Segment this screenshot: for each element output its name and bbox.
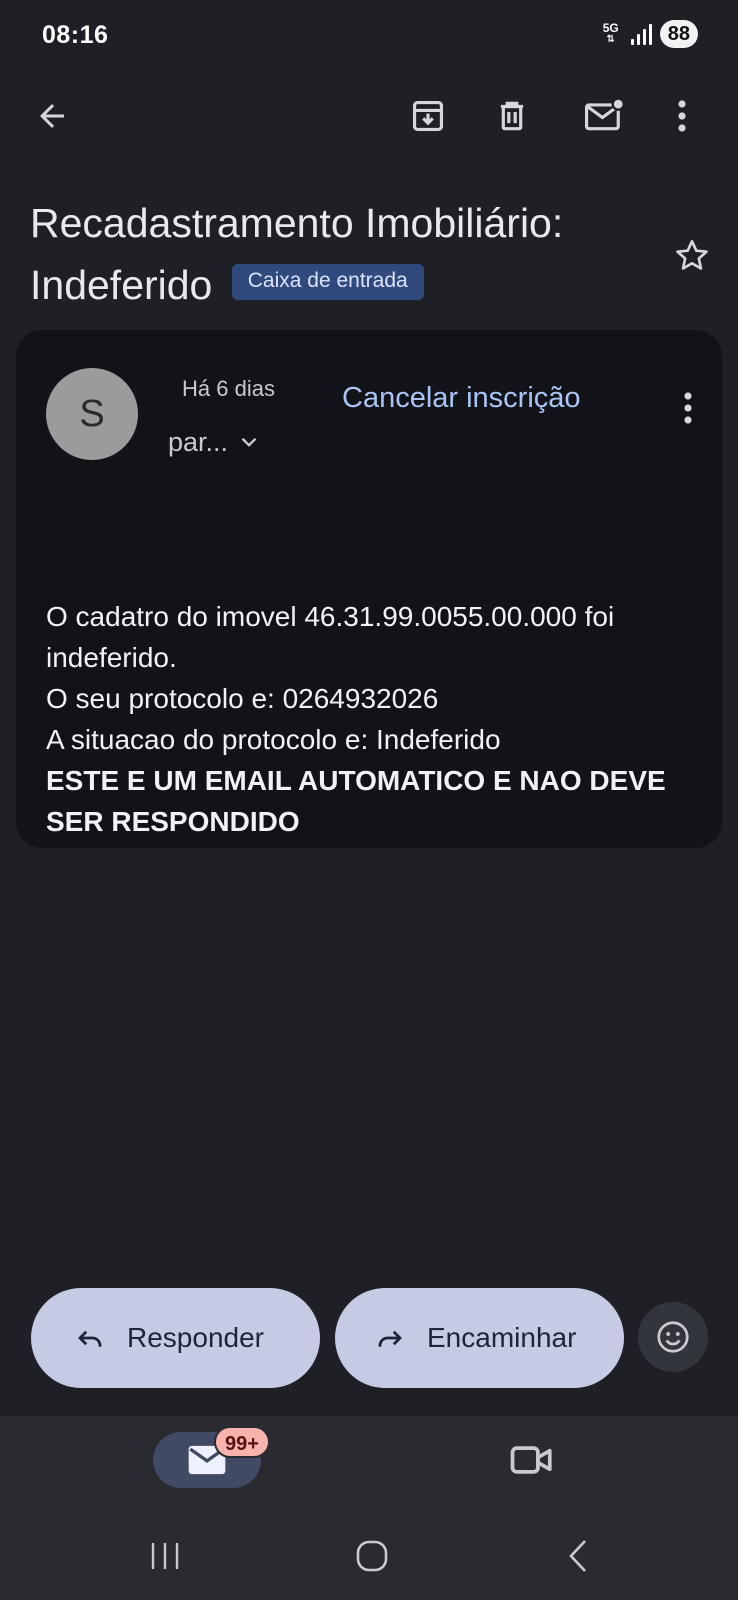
message-more-button[interactable] — [668, 380, 708, 436]
signal-icon — [630, 23, 652, 45]
unsubscribe-link[interactable]: Cancelar inscrição — [342, 382, 581, 415]
email-subject: Recadastramento Imobiliário: Indeferido … — [30, 192, 650, 316]
mark-unread-button[interactable] — [578, 90, 630, 142]
chevron-down-icon — [241, 437, 257, 447]
body-line: A situacao do protocolo e: Indeferido — [46, 724, 501, 755]
forward-icon — [378, 1330, 402, 1347]
reply-label: Responder — [127, 1322, 264, 1353]
message-card: S Há 6 dias par... Cancelar inscrição O … — [16, 330, 722, 848]
status-bar: 08:16 5G ⇅ 88 — [0, 0, 738, 70]
message-date: Há 6 dias — [182, 376, 275, 401]
star-button[interactable] — [664, 228, 720, 284]
body-line: O seu protocolo e: 0264932026 — [46, 683, 439, 714]
system-navigation-bar — [0, 1516, 738, 1596]
delete-button[interactable] — [486, 90, 538, 142]
body-line: O cadatro do imovel 46.31.99.0055.00.000… — [46, 601, 615, 673]
smiley-icon — [657, 1321, 689, 1353]
bottom-navigation: 99+ — [0, 1416, 738, 1600]
meet-tab[interactable] — [506, 1438, 558, 1482]
forward-button[interactable]: Encaminhar — [335, 1288, 624, 1388]
home-button[interactable] — [332, 1516, 412, 1596]
network-label: 5G — [602, 21, 619, 35]
sender-avatar[interactable]: S — [46, 368, 138, 460]
body-warning: ESTE E UM EMAIL AUTOMATICO E NAO DEVE SE… — [46, 765, 666, 837]
system-back-button[interactable] — [538, 1516, 618, 1596]
top-toolbar — [0, 80, 738, 152]
status-time: 08:16 — [42, 21, 109, 49]
recent-apps-icon — [151, 1543, 179, 1569]
more-vert-icon — [678, 100, 686, 132]
home-icon — [356, 1540, 388, 1572]
emoji-reaction-button[interactable] — [638, 1302, 708, 1372]
unread-count-badge: 99+ — [214, 1426, 270, 1458]
network-5g-icon: 5G ⇅ — [599, 22, 623, 46]
reply-icon — [78, 1330, 102, 1347]
archive-icon — [412, 100, 444, 132]
back-button[interactable] — [26, 90, 78, 142]
video-camera-icon — [510, 1446, 552, 1474]
battery-icon: 88 — [659, 20, 698, 48]
trash-icon — [500, 101, 524, 131]
recipients-toggle[interactable]: par... — [168, 420, 262, 464]
recipients-text: par... — [168, 426, 229, 457]
message-body: O cadatro do imovel 46.31.99.0055.00.000… — [46, 596, 696, 842]
forward-label: Encaminhar — [427, 1322, 577, 1353]
recent-apps-button[interactable] — [125, 1516, 205, 1596]
arrow-left-icon — [40, 104, 64, 128]
star-icon — [676, 240, 708, 270]
email-view-screen: 08:16 5G ⇅ 88 Recadastramento Imobiliári… — [0, 0, 738, 1600]
mail-unread-icon — [585, 97, 625, 131]
chevron-left-icon — [569, 1540, 586, 1572]
more-vert-icon — [684, 392, 692, 424]
status-icons: 5G ⇅ 88 — [599, 20, 698, 48]
inbox-label-chip[interactable]: Caixa de entrada — [231, 264, 424, 301]
reply-button[interactable]: Responder — [31, 1288, 320, 1388]
more-options-button[interactable] — [656, 90, 708, 142]
archive-button[interactable] — [402, 90, 454, 142]
